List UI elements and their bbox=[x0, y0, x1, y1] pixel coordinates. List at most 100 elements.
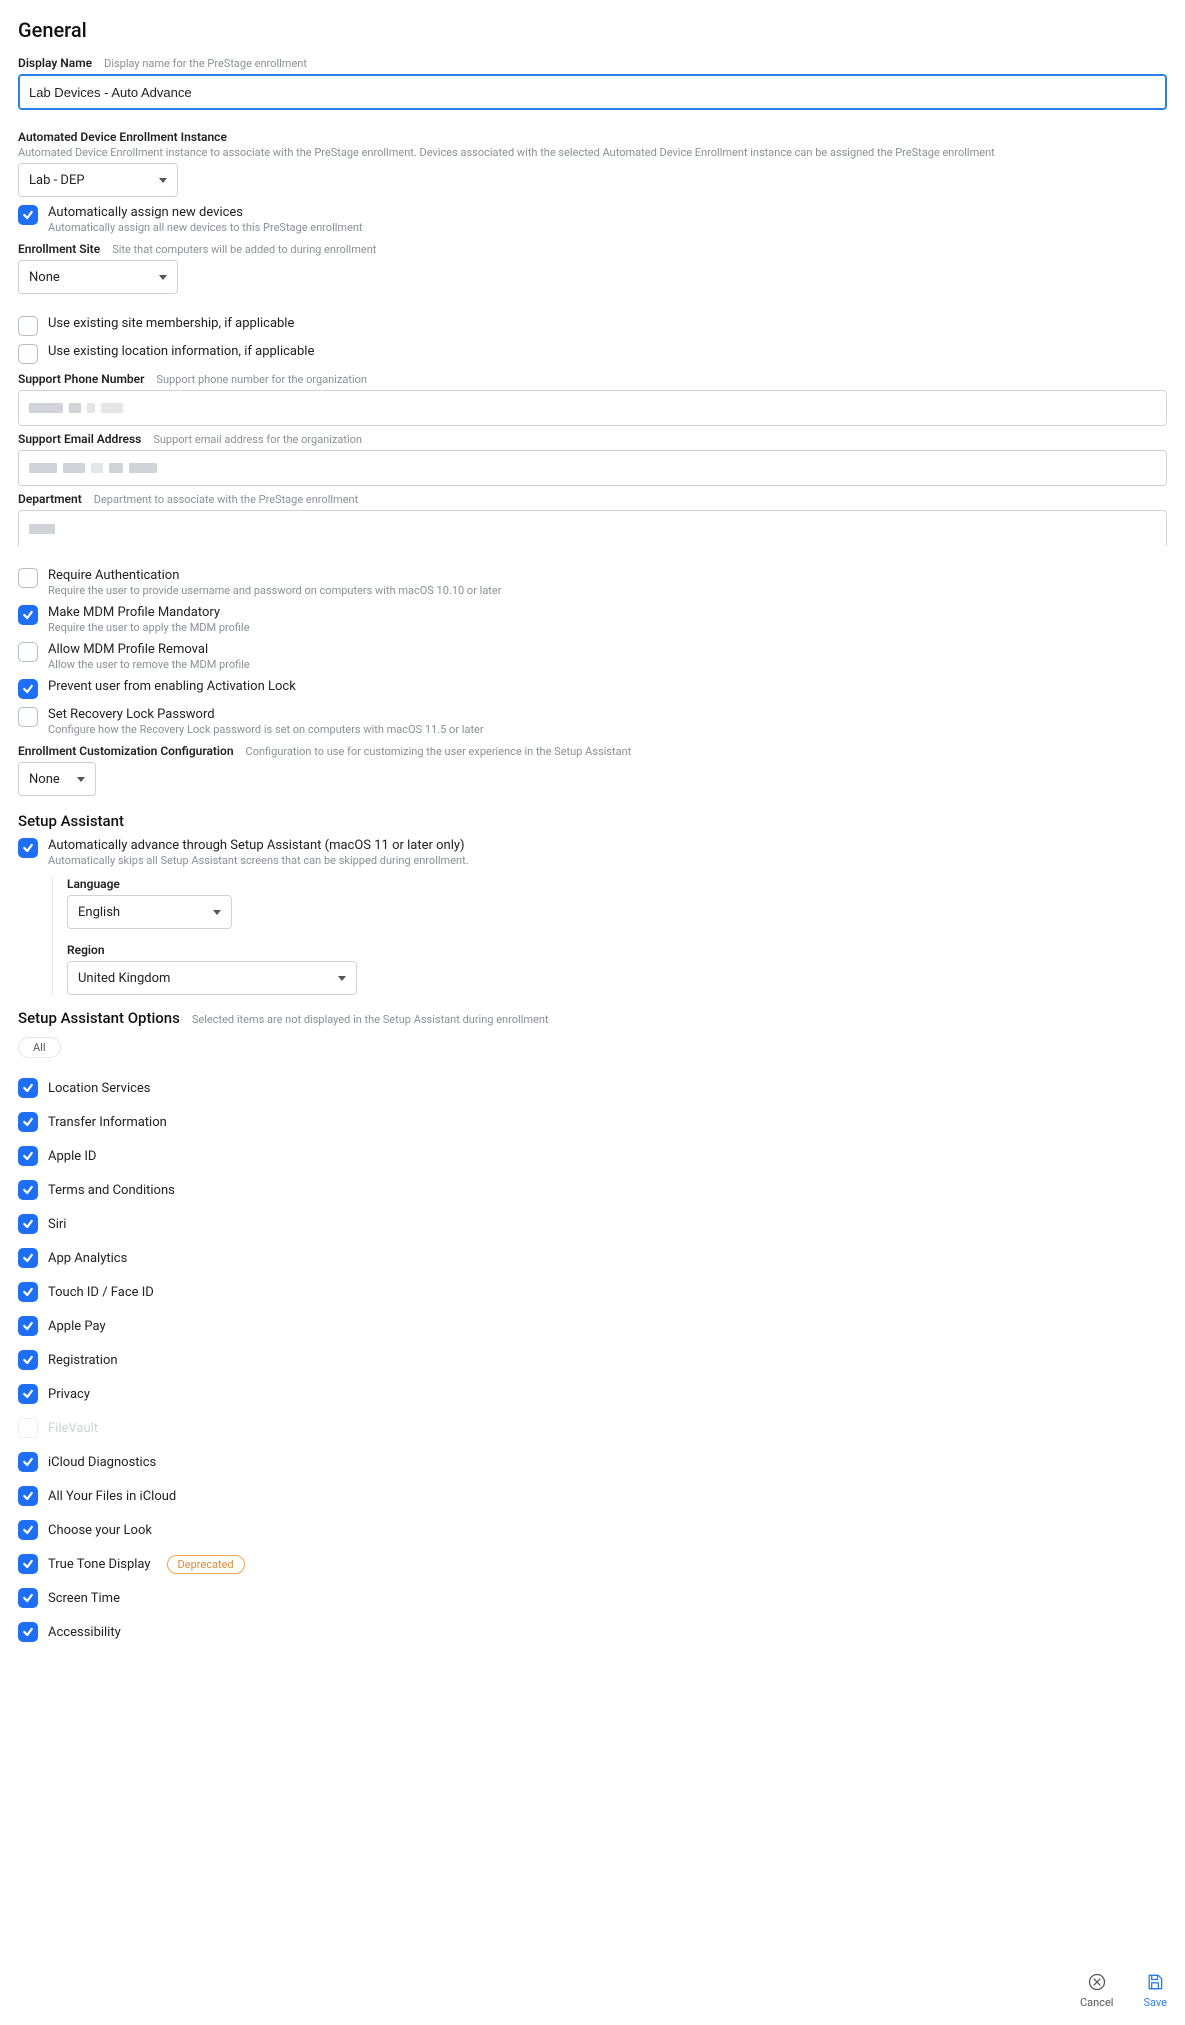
auto-advance-checkbox[interactable] bbox=[18, 838, 38, 858]
option-row: Transfer Information bbox=[18, 1112, 1167, 1132]
display-name-input[interactable] bbox=[18, 74, 1167, 110]
options-hint: Selected items are not displayed in the … bbox=[192, 1013, 549, 1026]
auto-advance-label: Automatically advance through Setup Assi… bbox=[48, 838, 469, 853]
option-row: True Tone Display Deprecated bbox=[18, 1554, 1167, 1574]
option-row: Location Services bbox=[18, 1078, 1167, 1098]
option-label: FileVault bbox=[48, 1421, 98, 1436]
mdm-remove-checkbox[interactable] bbox=[18, 642, 38, 662]
enroll-cust-select[interactable]: None bbox=[18, 762, 96, 796]
enroll-site-select[interactable]: None bbox=[18, 260, 178, 294]
option-label: Accessibility bbox=[48, 1625, 121, 1640]
save-button[interactable]: Save bbox=[1143, 1972, 1167, 2009]
option-row: Apple ID bbox=[18, 1146, 1167, 1166]
prevent-al-checkbox[interactable] bbox=[18, 679, 38, 699]
option-checkbox[interactable] bbox=[18, 1452, 38, 1472]
auto-advance-hint: Automatically skips all Setup Assistant … bbox=[48, 854, 469, 867]
mdm-mand-hint: Require the user to apply the MDM profil… bbox=[48, 621, 250, 634]
enroll-cust-value: None bbox=[29, 772, 60, 787]
region-label: Region bbox=[67, 943, 105, 957]
use-loc-label: Use existing location information, if ap… bbox=[48, 344, 314, 359]
option-label: Apple ID bbox=[48, 1149, 96, 1164]
option-row: App Analytics bbox=[18, 1248, 1167, 1268]
options-all-button[interactable]: All bbox=[18, 1037, 61, 1058]
option-label: Location Services bbox=[48, 1081, 151, 1096]
option-checkbox[interactable] bbox=[18, 1180, 38, 1200]
option-label: App Analytics bbox=[48, 1251, 127, 1266]
language-select[interactable]: English bbox=[67, 895, 232, 929]
option-row: Siri bbox=[18, 1214, 1167, 1234]
option-label: Registration bbox=[48, 1353, 118, 1368]
enroll-cust-label: Enrollment Customization Configuration bbox=[18, 744, 234, 758]
option-checkbox[interactable] bbox=[18, 1078, 38, 1098]
enroll-site-value: None bbox=[29, 270, 60, 285]
recovery-label: Set Recovery Lock Password bbox=[48, 707, 484, 722]
chevron-down-icon bbox=[77, 777, 85, 782]
option-label: Apple Pay bbox=[48, 1319, 106, 1334]
option-row: All Your Files in iCloud bbox=[18, 1486, 1167, 1506]
option-row: Terms and Conditions bbox=[18, 1180, 1167, 1200]
recovery-checkbox[interactable] bbox=[18, 707, 38, 727]
region-value: United Kingdom bbox=[78, 971, 170, 986]
option-row: Registration bbox=[18, 1350, 1167, 1370]
department-hint: Department to associate with the PreStag… bbox=[94, 493, 358, 506]
option-row: Privacy bbox=[18, 1384, 1167, 1404]
chevron-down-icon bbox=[159, 275, 167, 280]
req-auth-hint: Require the user to provide username and… bbox=[48, 584, 501, 597]
chevron-down-icon bbox=[159, 178, 167, 183]
auto-assign-hint: Automatically assign all new devices to … bbox=[48, 221, 363, 234]
option-row: iCloud Diagnostics bbox=[18, 1452, 1167, 1472]
department-input[interactable] bbox=[18, 510, 1167, 546]
support-phone-input[interactable] bbox=[18, 390, 1167, 426]
auto-assign-checkbox[interactable] bbox=[18, 205, 38, 225]
option-checkbox[interactable] bbox=[18, 1282, 38, 1302]
save-icon bbox=[1145, 1972, 1165, 1992]
option-checkbox[interactable] bbox=[18, 1622, 38, 1642]
option-checkbox[interactable] bbox=[18, 1486, 38, 1506]
options-title: Setup Assistant Options bbox=[18, 1009, 180, 1027]
mdm-remove-hint: Allow the user to remove the MDM profile bbox=[48, 658, 250, 671]
option-label: All Your Files in iCloud bbox=[48, 1489, 176, 1504]
ade-hint: Automated Device Enrollment instance to … bbox=[18, 146, 995, 159]
support-phone-hint: Support phone number for the organizatio… bbox=[156, 373, 367, 386]
option-row: Screen Time bbox=[18, 1588, 1167, 1608]
option-row: Accessibility bbox=[18, 1622, 1167, 1642]
option-label: True Tone Display bbox=[48, 1557, 151, 1572]
cancel-button[interactable]: Cancel bbox=[1080, 1972, 1113, 2009]
use-site-checkbox[interactable] bbox=[18, 316, 38, 336]
ade-label: Automated Device Enrollment Instance bbox=[18, 130, 227, 144]
option-label: Privacy bbox=[48, 1387, 90, 1402]
support-email-input[interactable] bbox=[18, 450, 1167, 486]
option-label: Terms and Conditions bbox=[48, 1183, 175, 1198]
option-checkbox[interactable] bbox=[18, 1316, 38, 1336]
option-checkbox[interactable] bbox=[18, 1350, 38, 1370]
option-checkbox[interactable] bbox=[18, 1418, 38, 1438]
option-label: iCloud Diagnostics bbox=[48, 1455, 156, 1470]
req-auth-checkbox[interactable] bbox=[18, 568, 38, 588]
enroll-site-hint: Site that computers will be added to dur… bbox=[112, 243, 376, 256]
mdm-mand-checkbox[interactable] bbox=[18, 605, 38, 625]
support-phone-label: Support Phone Number bbox=[18, 372, 144, 386]
enroll-site-label: Enrollment Site bbox=[18, 242, 100, 256]
region-select[interactable]: United Kingdom bbox=[67, 961, 357, 995]
option-label: Choose your Look bbox=[48, 1523, 152, 1538]
display-name-label: Display Name bbox=[18, 56, 92, 70]
option-checkbox[interactable] bbox=[18, 1248, 38, 1268]
option-checkbox[interactable] bbox=[18, 1112, 38, 1132]
option-checkbox[interactable] bbox=[18, 1384, 38, 1404]
option-checkbox[interactable] bbox=[18, 1588, 38, 1608]
support-email-hint: Support email address for the organizati… bbox=[153, 433, 362, 446]
option-checkbox[interactable] bbox=[18, 1146, 38, 1166]
use-loc-checkbox[interactable] bbox=[18, 344, 38, 364]
department-label: Department bbox=[18, 492, 82, 506]
option-label: Screen Time bbox=[48, 1591, 120, 1606]
display-name-hint: Display name for the PreStage enrollment bbox=[104, 57, 307, 70]
option-label: Siri bbox=[48, 1217, 66, 1232]
recovery-hint: Configure how the Recovery Lock password… bbox=[48, 723, 484, 736]
option-checkbox[interactable] bbox=[18, 1520, 38, 1540]
support-email-label: Support Email Address bbox=[18, 432, 141, 446]
option-checkbox[interactable] bbox=[18, 1214, 38, 1234]
ade-select[interactable]: Lab - DEP bbox=[18, 163, 178, 197]
option-row: Choose your Look bbox=[18, 1520, 1167, 1540]
option-checkbox[interactable] bbox=[18, 1554, 38, 1574]
deprecated-tag: Deprecated bbox=[167, 1555, 245, 1574]
